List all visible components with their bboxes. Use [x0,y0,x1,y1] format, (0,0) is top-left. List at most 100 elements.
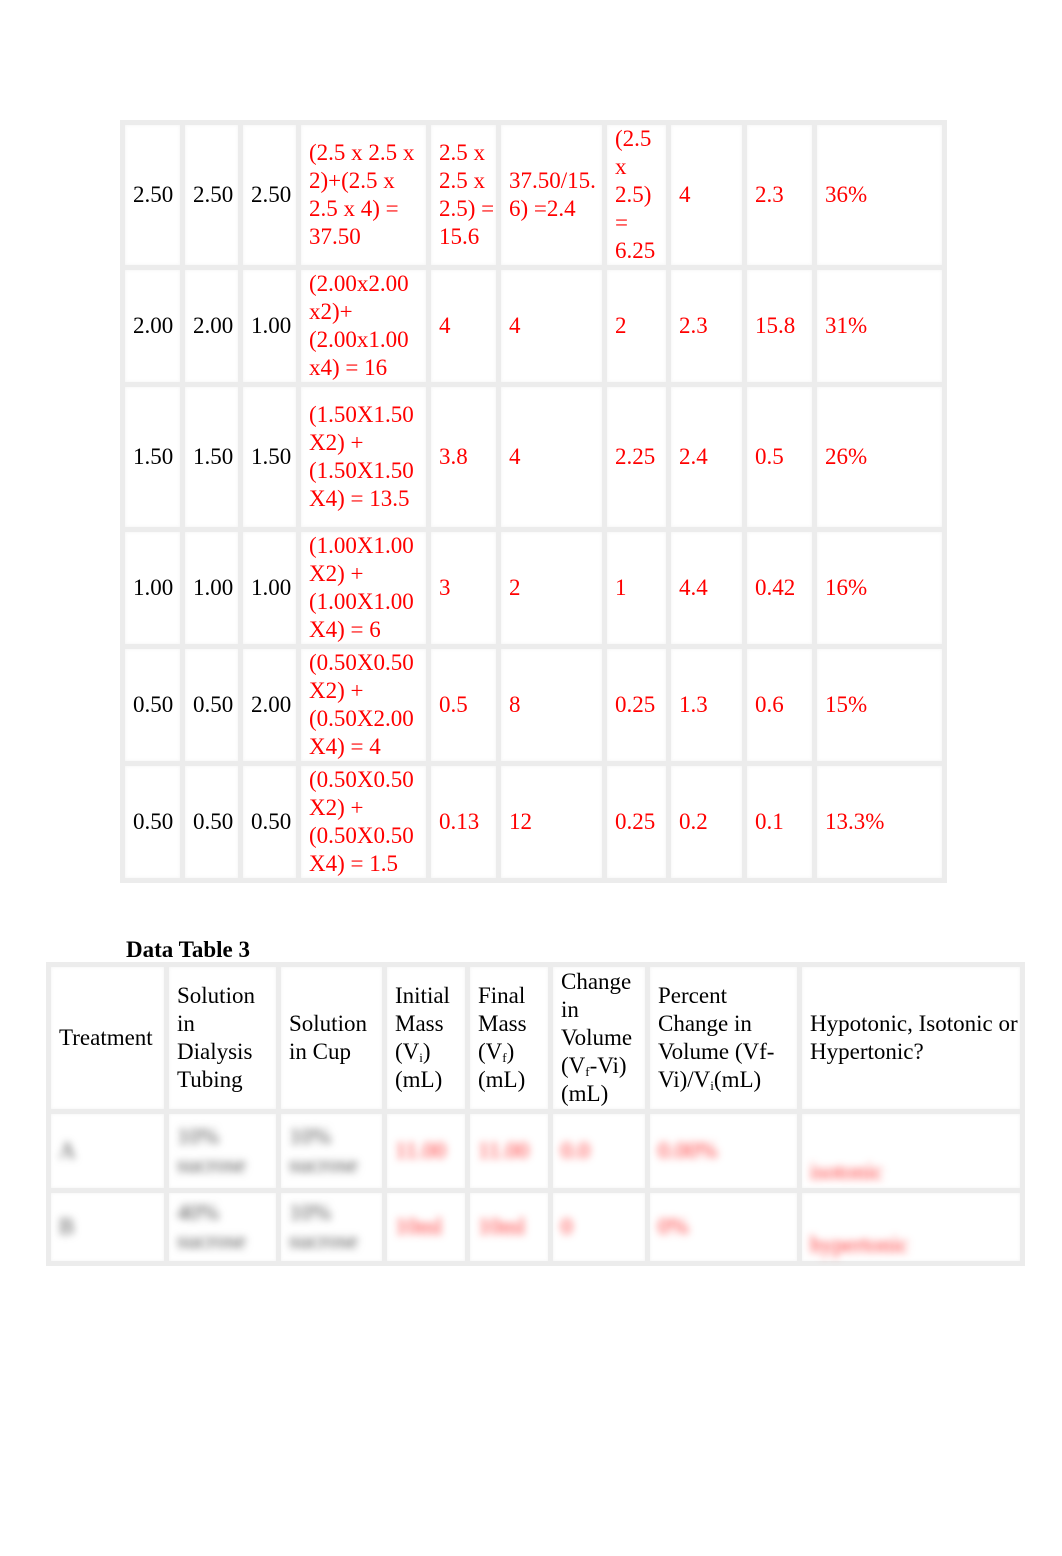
header-solution-in-tubing: Solution in Dialysis Tubing [164,962,281,1114]
blurred-text: 11.00 [395,1138,446,1163]
cell-height: 1.50 [238,382,301,532]
header-treatment: Treatment [46,962,169,1114]
cell-surface-area: (2.5 x 2.5 x 2)+(2.5 x 2.5 x 4) = 37.50 [296,120,431,270]
cell-col7: 2.25 [602,382,671,532]
cell-tubing: 40% sucrose [164,1188,281,1266]
cell-ratio: 2 [496,527,607,649]
cell-change: 0 [548,1188,650,1266]
cell-ratio: 4 [496,265,607,387]
blurred-text: 0.0 [561,1138,590,1163]
blurred-text: 0.00% [658,1138,718,1163]
cell-width: 2.00 [180,265,243,387]
blurred-text: isotonic [810,1159,883,1184]
table-row: B 40% sucrose 10% sucrose 10ml 10ml 0 0%… [46,1188,1025,1266]
cell-height: 2.00 [238,644,301,766]
header-initial-mass: Initial Mass (Vi) (mL) [382,962,470,1114]
cell-volume: 4 [426,265,501,387]
cell-tonicity: hypertonic [797,1188,1025,1266]
cell-col9: 0.42 [742,527,817,649]
cell-length: 1.00 [120,527,185,649]
data-table-3-title: Data Table 3 [126,937,250,962]
table-row: 0.50 0.50 0.50 (0.50X0.50X2) + (0.50X0.5… [120,761,947,883]
blurred-text: 0 [561,1214,573,1239]
cell-percent: 36% [812,120,947,270]
cell-height: 1.00 [238,265,301,387]
cell-percent: 13.3% [812,761,947,883]
cell-initial: 11.00 [382,1109,470,1193]
cell-col7: (2.5 x 2.5) = 6.25 [602,120,671,270]
header-percent-change: Percent Change in Volume (Vf-Vi)/Vi(mL) [645,962,802,1114]
blurred-text: 40% sucrose [177,1200,246,1253]
cell-col9: 15.8 [742,265,817,387]
cell-cup: 10% sucrose [276,1109,387,1193]
cell-treatment: A [46,1109,169,1193]
cell-surface-area: (1.00X1.00X2) + (1.00X1.00X4) = 6 [296,527,431,649]
cell-col7: 1 [602,527,671,649]
cell-tubing: 10% sucrose [164,1109,281,1193]
cell-col7: 0.25 [602,761,671,883]
table-row: 2.50 2.50 2.50 (2.5 x 2.5 x 2)+(2.5 x 2.… [120,120,947,270]
blurred-text: hypertonic [810,1232,909,1257]
header-final-mass: Final Mass (Vf) (mL) [465,962,553,1114]
cell-height: 0.50 [238,761,301,883]
table-row: 1.50 1.50 1.50 (1.50X1.50X2) + (1.50X1.5… [120,382,947,532]
cell-percent: 31% [812,265,947,387]
blurred-text: B [59,1214,75,1239]
cell-col9: 0.6 [742,644,817,766]
cell-width: 1.50 [180,382,243,532]
cell-ratio: 8 [496,644,607,766]
cell-volume: 3 [426,527,501,649]
cell-col9: 0.5 [742,382,817,532]
cell-col9: 0.1 [742,761,817,883]
cell-width: 1.00 [180,527,243,649]
cell-tonicity: isotonic [797,1109,1025,1193]
table-row: 0.50 0.50 2.00 (0.50X0.50X2) + (0.50X2.0… [120,644,947,766]
cell-col9: 2.3 [742,120,817,270]
cell-length: 1.50 [120,382,185,532]
cell-percent: 0% [645,1188,802,1266]
cell-ratio: 4 [496,382,607,532]
cell-treatment: B [46,1188,169,1266]
blurred-text: 11.00 [478,1138,529,1163]
cell-width: 0.50 [180,761,243,883]
cell-surface-area: (1.50X1.50X2) + (1.50X1.50X4) = 13.5 [296,382,431,532]
table-row: 1.00 1.00 1.00 (1.00X1.00X2) + (1.00X1.0… [120,527,947,649]
cell-col7: 2 [602,265,671,387]
cell-length: 0.50 [120,644,185,766]
cell-col8: 1.3 [666,644,747,766]
cell-col8: 4.4 [666,527,747,649]
cell-volume: 2.5 x 2.5 x 2.5) = 15.6 [426,120,501,270]
cell-ratio: 37.50/15.6) =2.4 [496,120,607,270]
cell-length: 2.50 [120,120,185,270]
cell-volume: 3.8 [426,382,501,532]
cell-volume: 0.13 [426,761,501,883]
cell-height: 2.50 [238,120,301,270]
cell-volume: 0.5 [426,644,501,766]
cell-surface-area: (2.00x2.00 x2)+ (2.00x1.00 x4) = 16 [296,265,431,387]
cell-col8: 2.4 [666,382,747,532]
header-text: (mL) [713,1067,762,1092]
cell-col7: 0.25 [602,644,671,766]
table-row: 2.00 2.00 1.00 (2.00x2.00 x2)+ (2.00x1.0… [120,265,947,387]
header-tonicity: Hypotonic, Isotonic or Hypertonic? [797,962,1025,1114]
cell-col8: 0.2 [666,761,747,883]
cell-final: 10ml [465,1188,553,1266]
header-change-in-volume: Change in Volume (Vf-Vi) (mL) [548,962,650,1114]
dialysis-tubing-table: Treatment Solution in Dialysis Tubing So… [46,962,1025,1266]
header-solution-in-cup: Solution in Cup [276,962,387,1114]
cell-final: 11.00 [465,1109,553,1193]
blurred-text: 10% sucrose [289,1200,358,1253]
cell-height: 1.00 [238,527,301,649]
header-row: Treatment Solution in Dialysis Tubing So… [46,962,1025,1114]
cell-percent: 16% [812,527,947,649]
cell-col8: 4 [666,120,747,270]
surface-area-volume-table: 2.50 2.50 2.50 (2.5 x 2.5 x 2)+(2.5 x 2.… [120,120,947,883]
cell-percent: 15% [812,644,947,766]
blurred-text: 0% [658,1214,689,1239]
cell-width: 2.50 [180,120,243,270]
blurred-text: 10ml [395,1214,443,1239]
blurred-text: 10ml [478,1214,526,1239]
cell-initial: 10ml [382,1188,470,1266]
cell-length: 0.50 [120,761,185,883]
cell-cup: 10% sucrose [276,1188,387,1266]
